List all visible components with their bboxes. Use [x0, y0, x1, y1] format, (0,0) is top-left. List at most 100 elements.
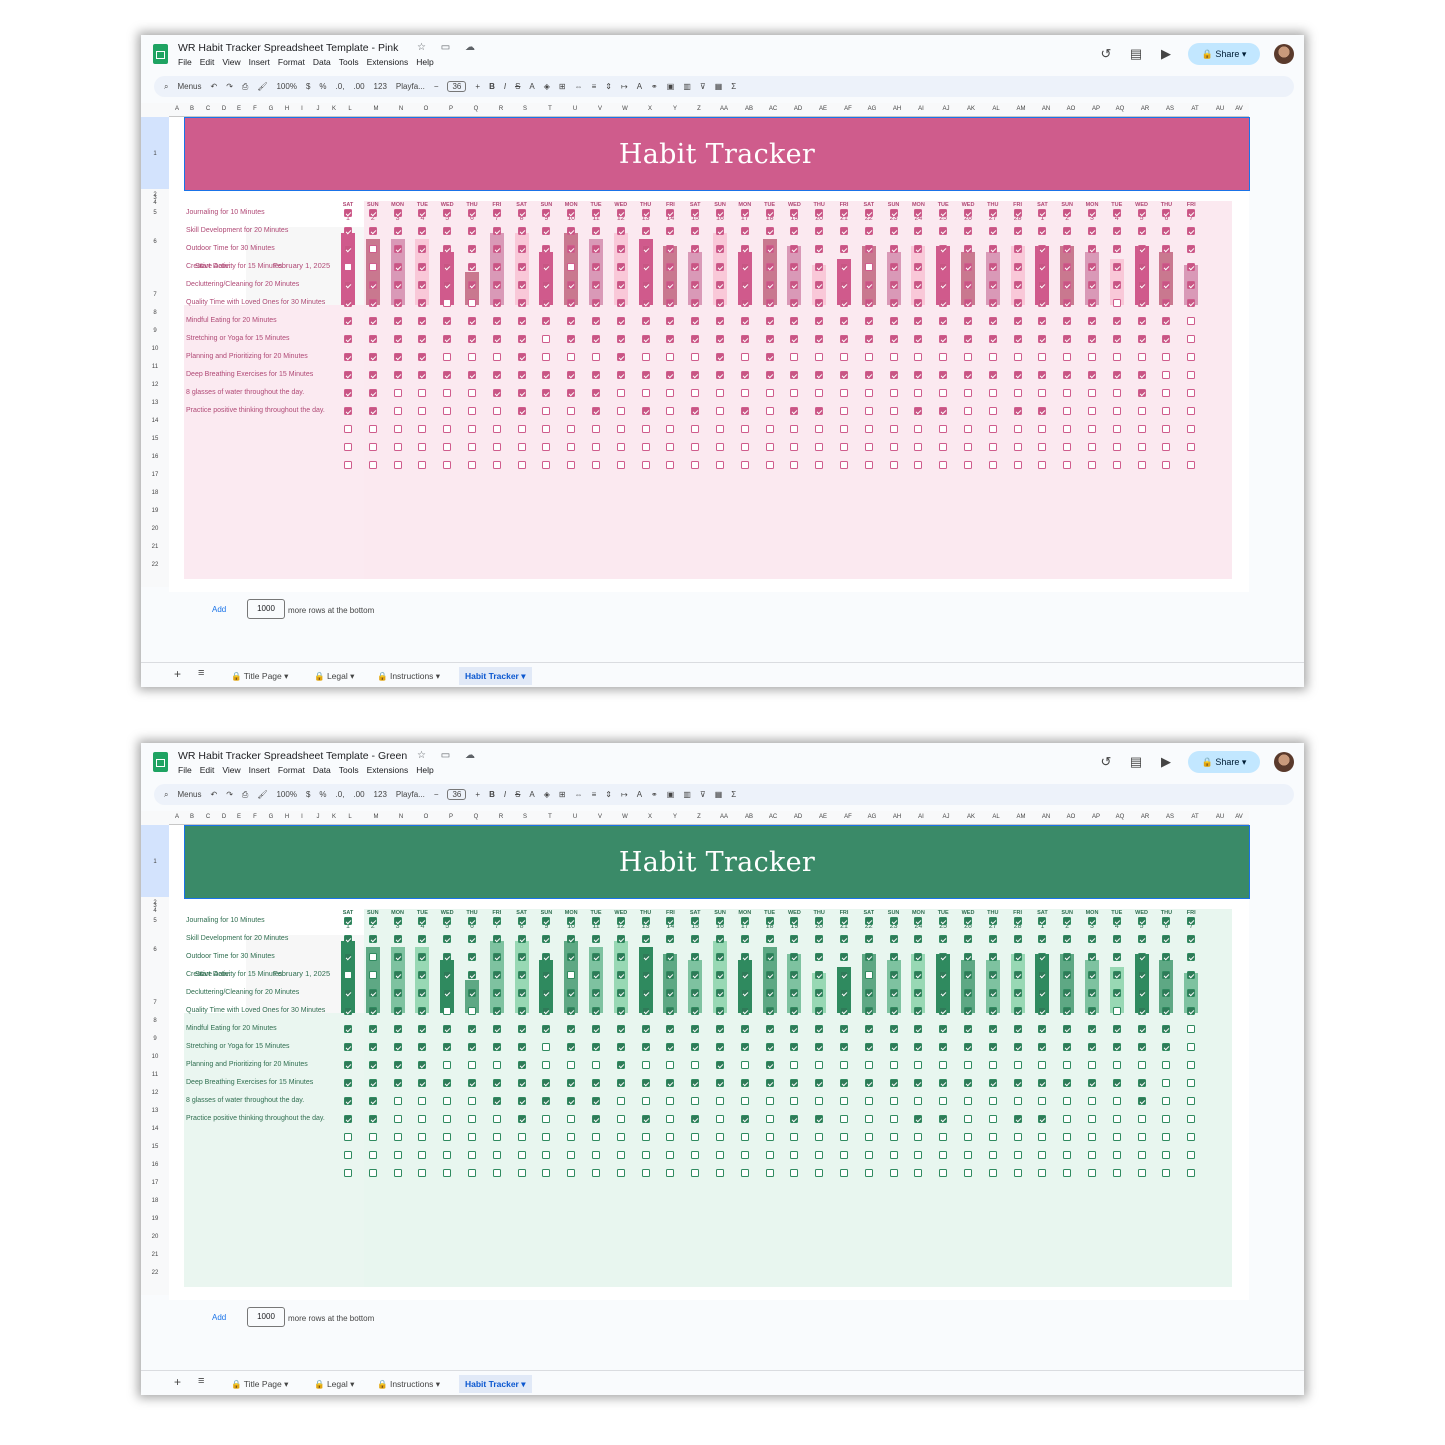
habit-checkbox[interactable]: [368, 227, 377, 235]
habit-checkbox[interactable]: [641, 335, 650, 343]
habit-checkbox[interactable]: [443, 1061, 452, 1069]
habit-checkbox[interactable]: [765, 371, 774, 379]
habit-checkbox[interactable]: [1187, 425, 1196, 433]
habit-checkbox[interactable]: [1112, 1025, 1121, 1033]
habit-checkbox[interactable]: [344, 953, 352, 961]
habit-checkbox[interactable]: [418, 1043, 427, 1051]
habit-checkbox[interactable]: [740, 935, 749, 943]
habit-checkbox[interactable]: [889, 263, 898, 271]
habit-checkbox[interactable]: [964, 227, 972, 235]
habit-checkbox[interactable]: [468, 407, 476, 415]
habit-checkbox[interactable]: [368, 425, 377, 433]
column-header[interactable]: AC: [769, 106, 777, 112]
habit-checkbox[interactable]: [691, 1025, 700, 1033]
habit-checkbox[interactable]: [368, 953, 377, 961]
number-format-button[interactable]: 123: [374, 790, 387, 799]
habit-checkbox[interactable]: [1162, 209, 1171, 217]
column-header[interactable]: AJ: [942, 814, 949, 820]
habit-checkbox[interactable]: [864, 971, 873, 979]
habit-checkbox[interactable]: [1112, 1133, 1121, 1141]
habit-checkbox[interactable]: [840, 407, 848, 415]
habit-checkbox[interactable]: [1112, 953, 1121, 961]
habit-checkbox[interactable]: [939, 1007, 948, 1015]
habit-checkbox[interactable]: [914, 281, 923, 289]
column-header[interactable]: C: [206, 814, 210, 820]
habit-label[interactable]: Journaling for 10 Minutes: [186, 209, 265, 216]
habit-checkbox[interactable]: [368, 1079, 377, 1087]
habit-checkbox[interactable]: [1063, 1133, 1072, 1141]
habit-checkbox[interactable]: [1088, 1151, 1096, 1159]
chart-icon[interactable]: ▥: [683, 82, 691, 91]
habit-checkbox[interactable]: [1063, 335, 1072, 343]
filter-views-icon[interactable]: ▦: [715, 82, 723, 91]
redo-icon[interactable]: ↷: [226, 790, 233, 799]
habit-checkbox[interactable]: [864, 917, 873, 925]
habit-checkbox[interactable]: [1013, 1079, 1022, 1087]
habit-checkbox[interactable]: [1013, 1097, 1022, 1105]
habit-checkbox[interactable]: [939, 281, 948, 289]
search-icon[interactable]: ⌕: [164, 82, 168, 92]
habit-checkbox[interactable]: [740, 953, 749, 961]
habit-checkbox[interactable]: [716, 371, 724, 379]
habit-checkbox[interactable]: [443, 1133, 452, 1141]
habit-checkbox[interactable]: [592, 1043, 600, 1051]
habit-checkbox[interactable]: [765, 353, 774, 361]
habit-checkbox[interactable]: [517, 1151, 526, 1159]
italic-button[interactable]: I: [504, 82, 506, 91]
habit-checkbox[interactable]: [567, 917, 576, 925]
column-header[interactable]: AU: [1216, 814, 1224, 820]
habit-checkbox[interactable]: [443, 227, 452, 235]
habit-checkbox[interactable]: [914, 1115, 923, 1123]
habit-checkbox[interactable]: [790, 917, 799, 925]
habit-checkbox[interactable]: [468, 1061, 476, 1069]
habit-checkbox[interactable]: [1187, 1043, 1196, 1051]
habit-checkbox[interactable]: [368, 353, 377, 361]
habit-checkbox[interactable]: [840, 1043, 848, 1051]
tab-title-page[interactable]: 🔒 Title Page ▾: [225, 667, 294, 685]
habit-checkbox[interactable]: [641, 227, 650, 235]
habit-checkbox[interactable]: [492, 1151, 501, 1159]
habit-checkbox[interactable]: [393, 353, 402, 361]
column-header[interactable]: AO: [1067, 106, 1076, 112]
tab-habit-tracker[interactable]: Habit Tracker ▾: [459, 1375, 532, 1393]
habit-checkbox[interactable]: [1187, 461, 1196, 469]
habit-checkbox[interactable]: [815, 1133, 824, 1141]
habit-checkbox[interactable]: [1112, 353, 1121, 361]
habit-label[interactable]: 8 glasses of water throughout the day.: [186, 1097, 304, 1104]
habit-checkbox[interactable]: [616, 1061, 625, 1069]
habit-checkbox[interactable]: [964, 353, 972, 361]
habit-checkbox[interactable]: [988, 1061, 997, 1069]
tab-title-page[interactable]: 🔒 Title Page ▾: [225, 1375, 294, 1393]
habit-checkbox[interactable]: [864, 443, 873, 451]
habit-label[interactable]: Outdoor Time for 30 Minutes: [186, 953, 275, 960]
habit-checkbox[interactable]: [815, 1151, 824, 1159]
habit-checkbox[interactable]: [691, 281, 700, 289]
habit-checkbox[interactable]: [418, 1169, 427, 1177]
habit-checkbox[interactable]: [468, 971, 476, 979]
habit-checkbox[interactable]: [344, 1133, 352, 1141]
habit-checkbox[interactable]: [889, 335, 898, 343]
column-header[interactable]: X: [648, 106, 652, 112]
habit-checkbox[interactable]: [1063, 209, 1072, 217]
tab-instructions[interactable]: 🔒 Instructions ▾: [371, 667, 446, 685]
habit-checkbox[interactable]: [765, 335, 774, 343]
habit-checkbox[interactable]: [1112, 443, 1121, 451]
habit-checkbox[interactable]: [790, 209, 799, 217]
habit-checkbox[interactable]: [889, 209, 898, 217]
habit-checkbox[interactable]: [517, 209, 526, 217]
column-header[interactable]: D: [222, 106, 226, 112]
habit-checkbox[interactable]: [517, 317, 526, 325]
habit-checkbox[interactable]: [1112, 407, 1121, 415]
habit-checkbox[interactable]: [815, 371, 824, 379]
habit-checkbox[interactable]: [889, 299, 898, 307]
column-header[interactable]: AQ: [1116, 106, 1125, 112]
habit-checkbox[interactable]: [1112, 317, 1121, 325]
habit-checkbox[interactable]: [765, 389, 774, 397]
habit-checkbox[interactable]: [815, 425, 824, 433]
menu-help[interactable]: Help: [416, 57, 433, 67]
habit-checkbox[interactable]: [418, 1079, 427, 1087]
habit-checkbox[interactable]: [1063, 245, 1072, 253]
habit-checkbox[interactable]: [393, 1115, 402, 1123]
add-rows-count-input[interactable]: 1000: [247, 599, 285, 619]
habit-label[interactable]: Deep Breathing Exercises for 15 Minutes: [186, 1079, 313, 1086]
